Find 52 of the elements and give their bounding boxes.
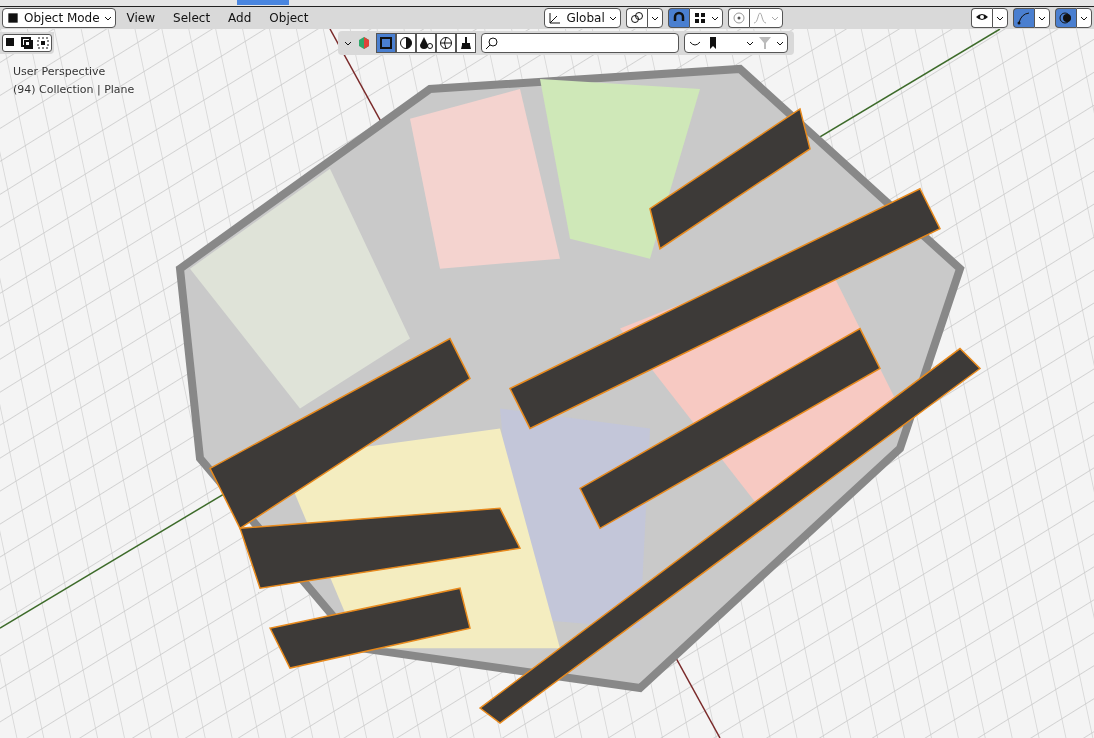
gizmo-toggle[interactable] bbox=[1013, 8, 1034, 28]
options-dropdown[interactable] bbox=[1034, 8, 1050, 28]
shading-mode-button[interactable] bbox=[416, 33, 436, 53]
menu-item[interactable]: Add bbox=[221, 8, 259, 28]
curve-arrow-icon bbox=[1017, 11, 1031, 25]
select-subtract-icon[interactable] bbox=[36, 36, 50, 50]
caret-icon bbox=[770, 15, 779, 21]
visibility-toggle[interactable] bbox=[971, 8, 992, 28]
mode-dropdown[interactable]: Object Mode bbox=[2, 8, 116, 28]
caret-icon[interactable] bbox=[746, 40, 754, 46]
falloff-dropdown[interactable] bbox=[748, 8, 783, 28]
search-field[interactable] bbox=[481, 33, 679, 53]
hexagon-icon[interactable] bbox=[357, 36, 371, 50]
caret-icon bbox=[996, 15, 1004, 21]
brush-icon bbox=[459, 36, 473, 50]
snap-toggle[interactable] bbox=[667, 8, 689, 28]
linked-circles-icon bbox=[629, 11, 644, 25]
caret-icon bbox=[608, 15, 617, 21]
caret-icon bbox=[103, 15, 112, 21]
falloff-curve-icon bbox=[752, 11, 767, 25]
orientation-dropdown[interactable]: Global bbox=[544, 8, 621, 28]
proportional-toggle[interactable] bbox=[727, 8, 749, 28]
half-circle-icon bbox=[399, 36, 413, 50]
caret-icon bbox=[650, 15, 659, 21]
caret-icon[interactable] bbox=[344, 40, 352, 46]
select-extend-icon[interactable] bbox=[20, 36, 34, 50]
shading-mode-button[interactable] bbox=[436, 33, 456, 53]
menu-item[interactable]: View bbox=[119, 8, 163, 28]
view-name-label: User Perspective bbox=[13, 64, 107, 80]
target-circle-icon bbox=[731, 11, 746, 25]
caret-icon[interactable] bbox=[776, 40, 784, 46]
options-dropdown[interactable] bbox=[1076, 8, 1092, 28]
grid-icon bbox=[692, 11, 707, 25]
cube-icon bbox=[6, 11, 20, 25]
square-icon bbox=[379, 36, 393, 50]
caret-icon bbox=[710, 15, 719, 21]
menu-item[interactable]: Object bbox=[262, 8, 316, 28]
options-dropdown[interactable] bbox=[992, 8, 1008, 28]
caret-icon bbox=[1038, 15, 1046, 21]
shading-mode-button[interactable] bbox=[456, 33, 476, 53]
axes-icon bbox=[548, 11, 563, 25]
caret-icon bbox=[1080, 15, 1088, 21]
options-dropdown[interactable] bbox=[688, 8, 723, 28]
object-info-label: (94) Collection | Plane bbox=[13, 82, 135, 98]
drop-icon bbox=[419, 36, 433, 50]
globe-icon bbox=[439, 36, 453, 50]
shading-mode-button[interactable] bbox=[396, 33, 416, 53]
menu-item[interactable]: Select bbox=[166, 8, 218, 28]
overlapping-circles-icon bbox=[1059, 11, 1073, 25]
pivot-toggle[interactable] bbox=[625, 8, 647, 28]
search-icon bbox=[485, 36, 499, 50]
overlay-toggle[interactable] bbox=[1055, 8, 1076, 28]
